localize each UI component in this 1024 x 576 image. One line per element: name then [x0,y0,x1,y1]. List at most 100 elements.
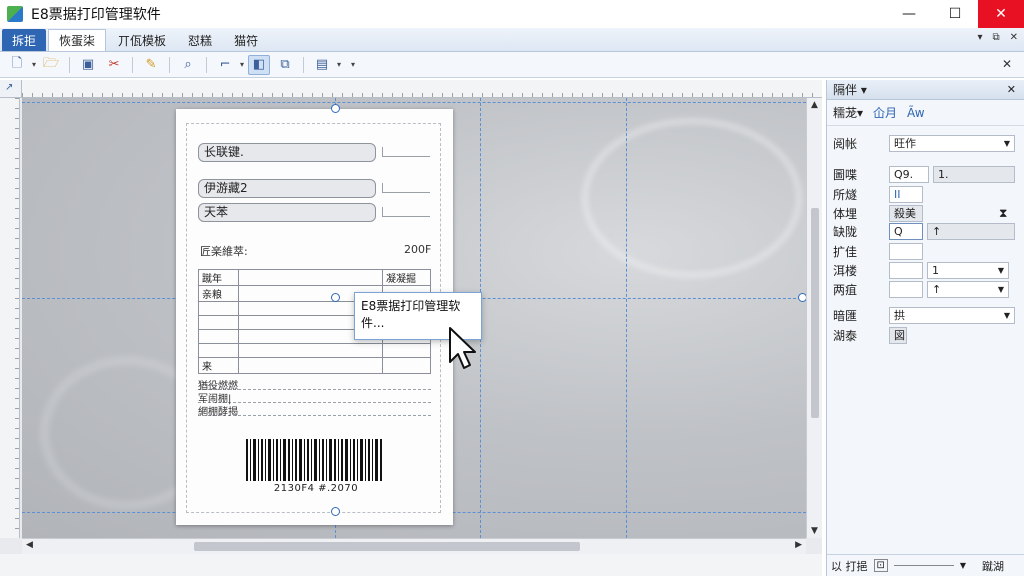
table-cell[interactable]: 蹴年 [198,269,239,286]
barcode[interactable] [246,439,384,481]
guide-line-horizontal[interactable] [22,102,806,103]
zoom-fit-icon[interactable]: ⊡ [873,559,888,572]
tab-properties[interactable]: 糯茏▾ [833,104,863,121]
property-input[interactable] [889,242,923,260]
property-input[interactable]: II [889,185,923,203]
table-cell[interactable] [198,315,239,330]
toolbar-close-icon[interactable]: ✕ [1002,57,1012,71]
table-cell[interactable] [238,343,383,358]
scroll-up-icon[interactable]: ▲ [811,100,818,110]
property-input[interactable]: Q9. [889,165,929,183]
cut-icon[interactable]: ✂ [103,55,125,75]
guide-handle[interactable] [331,104,340,113]
vertical-ruler[interactable] [0,98,20,538]
new-dropdown-icon[interactable]: ▾ [32,60,36,69]
property-row: 两疽 ↑ ▼ [833,280,1019,298]
mdi-restore-icon[interactable]: ⧉ [992,32,999,43]
paste-icon[interactable]: ✎ [140,55,162,75]
table-row [198,343,431,358]
table-cell[interactable] [382,357,431,374]
table-cell[interactable] [238,357,383,374]
format-icon[interactable]: ⌐ [214,55,236,75]
mdi-close-icon[interactable]: ✕ [1010,32,1018,43]
scroll-left-icon[interactable]: ◀ [26,540,33,550]
table-cell[interactable] [198,343,239,358]
text-field-1[interactable]: 长联键. [198,143,376,162]
property-input[interactable]: Q [889,222,923,240]
property-dropdown[interactable]: 1 ▼ [927,261,1009,279]
minimize-button[interactable]: — [886,0,932,28]
vertical-scrollbar[interactable]: ▲ ▼ [806,98,822,538]
search-icon[interactable]: ⌕ [177,55,199,75]
panel-close-icon[interactable]: ✕ [1007,83,1016,96]
app-logo-icon [7,6,23,22]
text-field-3[interactable]: 天苯 [198,203,376,222]
menu-file[interactable]: 拆拒 [2,29,47,51]
table-cell[interactable] [198,329,239,344]
horizontal-scroll-thumb[interactable] [194,542,580,551]
horizontal-ruler[interactable] [22,80,822,98]
field-dropdown-icon[interactable]: ▾ [337,60,341,69]
title-bar: E8票据打印管理软件 — ☐ ✕ [0,0,1024,28]
property-row: 扩佳 [833,242,1019,260]
property-input[interactable]: 殺美1 [889,204,923,235]
menu-help[interactable]: 猫符 [224,29,268,51]
text-field-2[interactable]: 伊游藏2 [198,179,376,198]
table-cell[interactable] [382,343,431,358]
table-row: 来 [198,357,431,374]
guide-line-vertical[interactable] [626,98,627,538]
scroll-right-icon[interactable]: ▶ [795,540,802,550]
property-stepper[interactable]: ↑ [927,222,1015,240]
signature-row[interactable]: 军闹棚| [198,390,431,405]
property-dropdown[interactable]: 拱 ▼ [889,306,1015,324]
table-cell[interactable] [198,301,239,316]
ruler-corner[interactable]: ↗ [0,80,22,98]
table-cell[interactable]: 凝凝掘 [382,269,431,286]
chevron-down-icon: ▼ [1003,138,1010,148]
property-input[interactable]: 1. [933,165,1015,183]
menu-data[interactable]: 怼糕 [178,29,222,51]
date-label[interactable]: 匠楽維萃: [200,243,248,259]
table-cell[interactable] [238,269,383,286]
signature-row[interactable]: 網棚酵揭 [198,403,431,418]
barcode-text[interactable]: 2130F4 #.2070 [236,483,396,494]
property-key: 所燧 [833,187,858,202]
horizontal-scrollbar[interactable]: ◀ ▶ [22,538,806,554]
menu-template[interactable]: 丌佤模板 [108,29,176,51]
save-icon[interactable]: ▣ [77,55,99,75]
property-input[interactable] [889,280,923,298]
layers-icon[interactable]: ⧉ [274,55,296,75]
scroll-down-icon[interactable]: ▼ [811,526,818,536]
date-value[interactable]: 200F [404,243,431,256]
zoom-slider[interactable] [893,565,954,566]
select-icon[interactable]: ◧ [248,54,271,75]
tab-format[interactable]: Ãw [907,106,925,120]
vertical-scroll-thumb[interactable] [811,208,819,418]
hourglass-icon[interactable]: ⧗ [999,206,1007,221]
new-doc-icon[interactable]: 🗋 [6,55,28,75]
guide-handle[interactable] [331,507,340,516]
panel-title[interactable]: 隔伴 ▾ ✕ [827,80,1024,100]
menu-edit[interactable]: 恢蛋柒 [48,29,107,51]
more-dropdown-icon[interactable]: ▾ [351,60,355,69]
zoom-dropdown-icon[interactable]: ▼ [960,561,966,570]
tab-events[interactable]: 仚月 [873,104,897,121]
signature-row[interactable]: 猶役燃燃 [198,377,431,392]
format-dropdown-icon[interactable]: ▾ [240,60,244,69]
table-cell[interactable]: 亲粮 [198,285,239,302]
property-row: 湖泰 図 [833,326,1019,344]
open-folder-icon[interactable]: 🗁 [40,55,62,75]
table-cell[interactable]: 来 [198,357,239,374]
property-row: 圖喋 Q9. 1. [833,165,1019,183]
field-icon[interactable]: ▤ [311,55,333,75]
property-input[interactable] [889,261,923,279]
design-canvas: ↗ 长联键. 伊游藏2 天苯 匠楽維萃: 200F 蹴年 凝凝掘 亲粮 来 猶役… [0,80,822,576]
maximize-button[interactable]: ☐ [932,0,978,28]
property-dropdown[interactable]: 旺作 ▼ [889,134,1015,152]
property-input[interactable]: 図 [889,326,907,344]
mdi-menu-icon[interactable]: ▾ [977,32,982,43]
property-dropdown[interactable]: ↑ ▼ [927,280,1009,298]
guide-handle[interactable] [331,293,340,302]
close-button[interactable]: ✕ [978,0,1024,28]
underline-mark [382,147,430,157]
